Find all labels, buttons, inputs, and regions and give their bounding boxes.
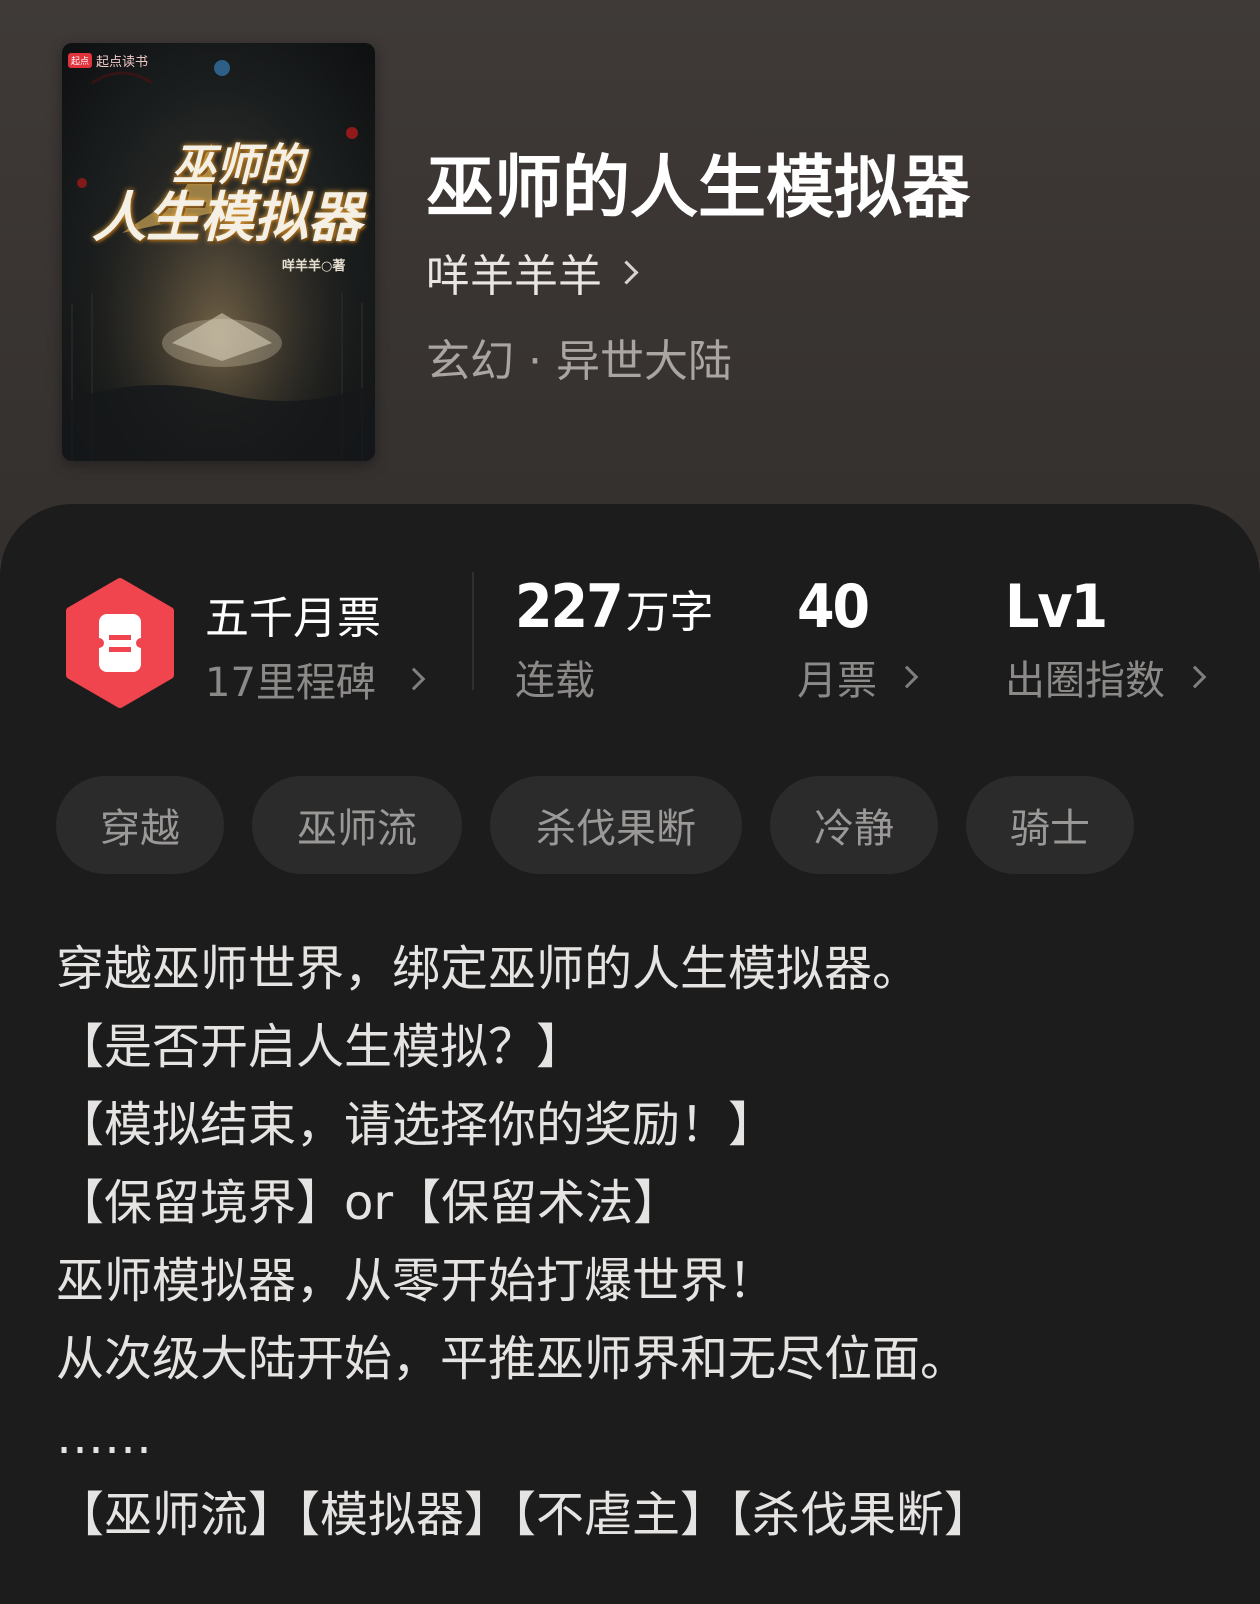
tag-chip[interactable]: 杀伐果断 <box>490 776 742 874</box>
ticket-milestone-title: 五千月票 <box>205 593 381 644</box>
description-line: 从次级大陆开始，平推巫师界和无尽位面。 <box>56 1331 969 1387</box>
popularity-stat[interactable]: Lv1 出圈指数 <box>1005 572 1207 706</box>
author-name: 咩羊羊羊 <box>426 251 602 302</box>
book-cover[interactable]: 起点 起点读书 巫师的 人生模拟器 咩羊羊○著 <box>62 43 375 461</box>
ticket-milestone-count: 17里程碑 <box>205 660 376 706</box>
cover-title: 巫师的 人生模拟器 <box>92 140 375 250</box>
description-line: 巫师模拟器，从零开始打爆世界！ <box>56 1253 777 1309</box>
monthly-ticket-stat[interactable]: 40 月票 <box>797 572 919 706</box>
cover-author: 咩羊羊○著 <box>282 259 346 274</box>
monthly-ticket-icon <box>66 578 174 708</box>
cover-title-line1: 巫师的 <box>172 140 304 191</box>
monthly-ticket-label-row: 月票 <box>797 648 919 706</box>
description-line: 【巫师流】【模拟器】【不虐主】【杀伐果断】 <box>56 1487 993 1543</box>
description-line: 【模拟结束，请选择你的奖励！】 <box>56 1097 777 1153</box>
stats-divider <box>472 572 474 690</box>
popularity-label-row: 出圈指数 <box>1005 648 1207 706</box>
tag-chip[interactable]: 骑士 <box>966 776 1134 874</box>
cover-brand-label: 起点读书 <box>96 55 149 70</box>
description-line: 【是否开启人生模拟？】 <box>56 1019 585 1075</box>
tag-chip[interactable]: 穿越 <box>56 776 224 874</box>
cover-brand: 起点 起点读书 <box>68 51 148 70</box>
word-count-unit: 万字 <box>625 587 714 638</box>
word-count-value: 227万字 <box>515 572 714 642</box>
ticket-milestone-link[interactable]: 17里程碑 <box>205 650 426 708</box>
word-count-stat: 227万字 连载 <box>515 572 714 706</box>
chevron-right-icon <box>1183 665 1207 689</box>
description-line: 【保留境界】or【保留术法】 <box>56 1175 682 1231</box>
popularity-level-value: Lv1 <box>1005 572 1108 642</box>
tag-chip[interactable]: 冷静 <box>770 776 938 874</box>
tag-chip[interactable]: 巫师流 <box>252 776 462 874</box>
popularity-label: 出圈指数 <box>1005 658 1165 704</box>
cover-art <box>62 43 375 461</box>
word-count-number: 227 <box>515 572 624 642</box>
cover-title-line2: 人生模拟器 <box>92 185 362 250</box>
book-description[interactable]: 穿越巫师世界，绑定巫师的人生模拟器。 【是否开启人生模拟？】 【模拟结束，请选择… <box>56 930 1216 1554</box>
cover-brand-badge: 起点 <box>68 53 93 68</box>
description-line: 穿越巫师世界，绑定巫师的人生模拟器。 <box>56 941 921 997</box>
chevron-right-icon <box>614 259 639 285</box>
book-genre: 玄幻 · 异世大陆 <box>426 336 732 387</box>
chevron-right-icon <box>402 667 426 691</box>
monthly-ticket-label: 月票 <box>797 658 877 704</box>
author-link[interactable]: 咩羊羊羊 <box>426 240 639 304</box>
monthly-ticket-value: 40 <box>797 572 870 642</box>
book-title: 巫师的人生模拟器 <box>426 148 971 228</box>
serial-status-label: 连载 <box>515 658 595 704</box>
description-line: …… <box>56 1409 152 1465</box>
chevron-right-icon <box>895 665 919 689</box>
